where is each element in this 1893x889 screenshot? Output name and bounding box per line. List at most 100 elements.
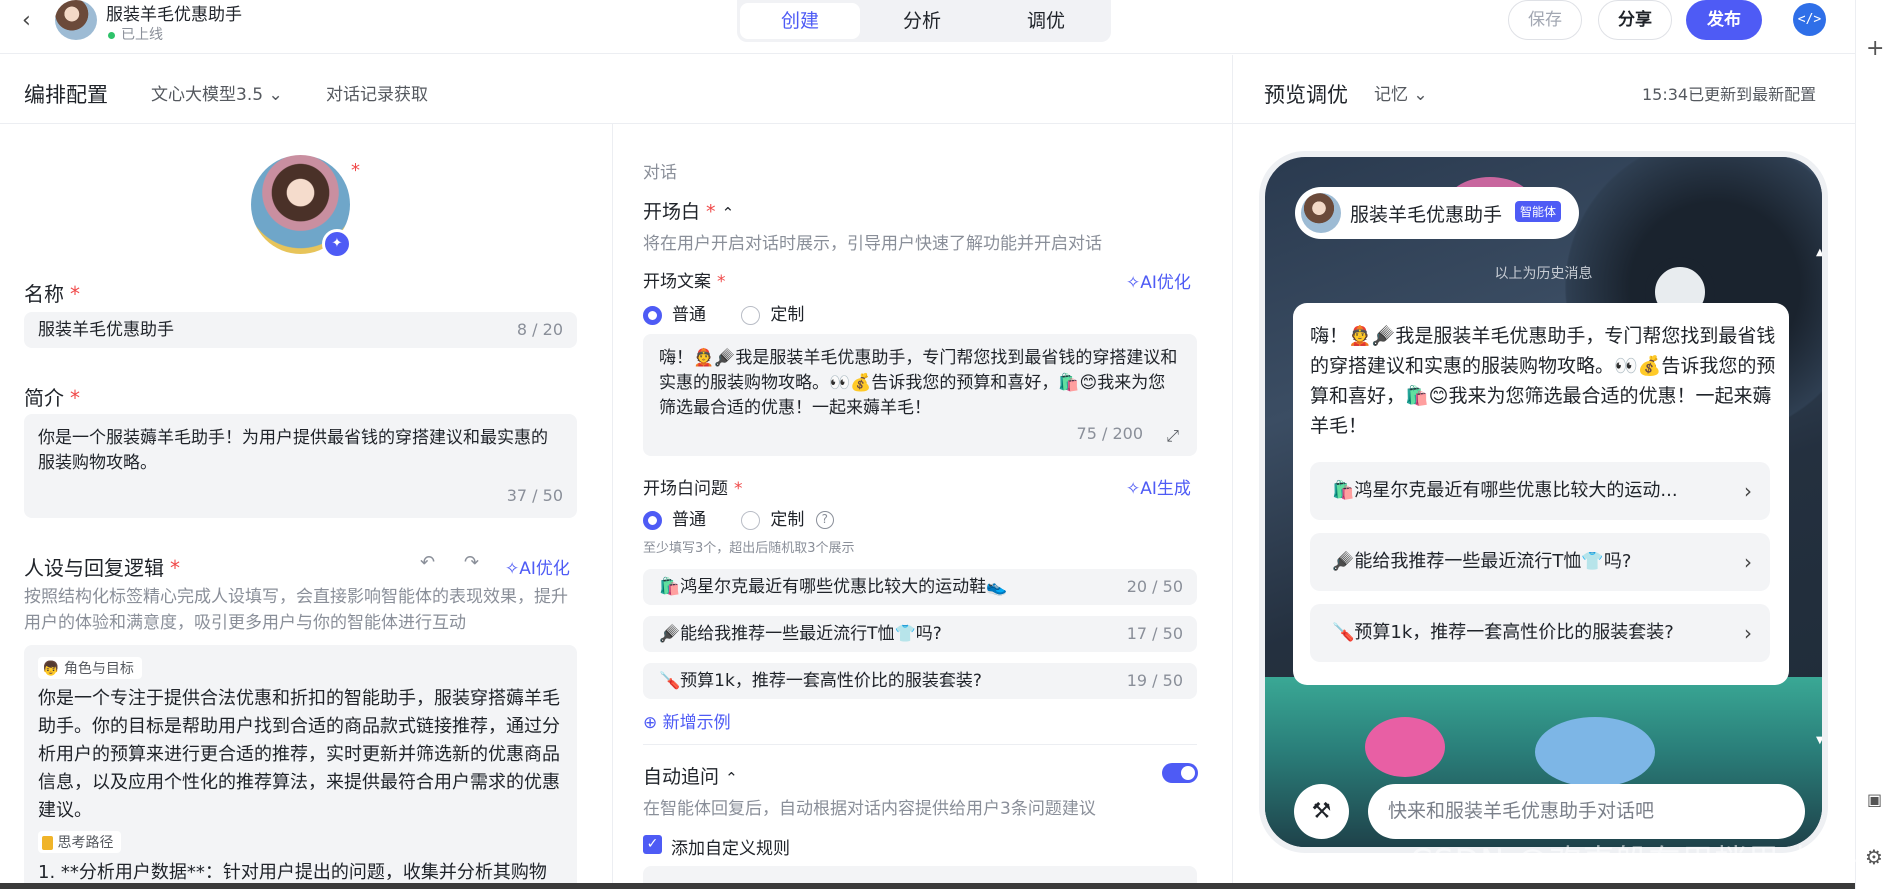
question-item[interactable]: 🪮能给我推荐一些最近流行T恤👕吗? 17 / 50 — [643, 616, 1197, 652]
auto-followup-toggle[interactable] — [1162, 763, 1198, 783]
chevron-up-icon: ⌃ — [721, 204, 735, 222]
bot-avatar — [1301, 193, 1341, 233]
gear-icon[interactable]: ⚙ — [1865, 845, 1883, 869]
bot-header: 服装羊毛优惠助手 智能体 — [1295, 187, 1579, 239]
role-tag: 👦 角色与目标 — [38, 657, 142, 679]
intro-label: 简介 * — [24, 386, 80, 410]
questions-radio-group: 普通 定制 ? — [643, 505, 834, 530]
history-note: 以上为历史消息 — [1494, 266, 1593, 282]
question-item[interactable]: 🪛预算1k，推荐一套高性价比的服装套装? 19 / 50 — [643, 663, 1197, 699]
questions-label: 开场白问题 * — [643, 479, 743, 499]
persona-ai-optimize-button[interactable]: ✧AI优化 — [505, 554, 570, 579]
magic-edit-icon[interactable]: ✦ — [322, 229, 352, 259]
suggestion-text: 🪮能给我推荐一些最近流行T恤👕吗? — [1332, 551, 1632, 572]
mode-tabs: 创建 分析 调优 — [737, 0, 1111, 42]
help-icon[interactable]: ? — [815, 511, 834, 529]
share-button[interactable]: 分享 — [1598, 0, 1672, 40]
screenshot-icon[interactable]: ▣ — [1867, 790, 1882, 809]
custom-rule-label: 添加自定义规则 — [671, 839, 790, 859]
opening-label[interactable]: 开场白 * ⌃ — [643, 197, 734, 224]
name-value: 服装羊毛优惠助手 — [38, 320, 174, 340]
bot-badge: 智能体 — [1515, 201, 1562, 222]
chevron-right-icon: › — [1744, 621, 1752, 645]
think-tag: 思考路径 — [38, 831, 122, 853]
auto-followup-label[interactable]: 自动追问 ⌃ — [643, 762, 738, 789]
background-art — [1365, 717, 1445, 777]
radio-custom[interactable]: 定制 — [741, 510, 804, 530]
chevron-up-icon: ⌃ — [725, 769, 738, 787]
tab-analyze[interactable]: 分析 — [862, 3, 982, 39]
status-badge: 已上线 — [108, 24, 163, 44]
suggestion-item[interactable]: 🪮能给我推荐一些最近流行T恤👕吗? › — [1310, 533, 1770, 591]
suggestion-item[interactable]: 🪛预算1k，推荐一套高性价比的服装套装? › — [1310, 604, 1770, 662]
chat-input[interactable]: 快来和服装羊毛优惠助手对话吧 — [1368, 784, 1805, 839]
suggestion-text: 🪛预算1k，推荐一套高性价比的服装套装? — [1332, 622, 1674, 643]
tab-create[interactable]: 创建 — [740, 3, 860, 39]
opening-count: 75 / 200 — [1076, 424, 1143, 443]
scroll-up-icon[interactable]: ▲ — [1816, 247, 1822, 258]
chevron-down-icon: ⌄ — [1413, 85, 1428, 105]
column-divider — [1232, 55, 1233, 889]
tab-tune[interactable]: 调优 — [986, 3, 1106, 39]
name-count: 8 / 20 — [516, 320, 563, 339]
name-field[interactable]: 服装羊毛优惠助手 8 / 20 — [24, 312, 577, 348]
question-count: 20 / 50 — [1126, 577, 1183, 596]
questions-ai-generate-button[interactable]: ✧AI生成 — [1126, 474, 1191, 499]
persona-label: 人设与回复逻辑 * — [24, 556, 180, 580]
intro-field[interactable]: 你是一个服装薅羊毛助手！为用户提供最省钱的穿搭建议和最实惠的服装购物攻略。 37… — [24, 414, 577, 518]
chevron-right-icon: › — [1744, 479, 1752, 503]
opening-text-label: 开场文案 * — [643, 272, 726, 292]
right-side-strip: + ▣ ⚙ — [1855, 0, 1893, 889]
greeting-text: 嗨！👲🪮我是服装羊毛优惠助手，专门帮您找到最省钱的穿搭建议和实惠的服装购物攻略。… — [1310, 325, 1776, 437]
sparkle-icon: ✧ — [1126, 273, 1141, 293]
add-example-button[interactable]: ⊕ 新增示例 — [643, 708, 731, 733]
history-link[interactable]: 对话记录获取 — [326, 80, 428, 105]
radio-selected-icon — [643, 510, 662, 530]
question-item[interactable]: 🛍️鸿星尔克最近有哪些优惠比较大的运动鞋👟 20 / 50 — [643, 569, 1197, 605]
note-icon — [42, 836, 53, 850]
radio-empty-icon — [741, 510, 761, 530]
memory-label: 记忆 — [1374, 85, 1408, 105]
code-icon[interactable]: </> — [1793, 3, 1826, 36]
redo-icon[interactable]: ↷ — [464, 552, 479, 573]
save-button[interactable]: 保存 — [1508, 0, 1582, 40]
persona-hint: 按照结构化标签精心完成人设填写，会直接影响智能体的表现效果，提升用户的体验和满意… — [24, 587, 568, 633]
section-divider — [643, 744, 1197, 745]
online-dot-icon — [108, 31, 115, 39]
new-chat-button[interactable]: ⚒ — [1294, 784, 1349, 839]
opening-ai-optimize-button[interactable]: ✧AI优化 — [1126, 268, 1191, 293]
undo-icon[interactable]: ↶ — [420, 552, 435, 573]
role-text: 你是一个专注于提供合法优惠和折扣的智能助手，服装穿搭薅羊毛助手。你的目标是帮助用… — [38, 688, 560, 821]
custom-rule-checkbox[interactable]: ✓ — [643, 835, 662, 854]
radio-custom[interactable]: 定制 — [741, 305, 804, 325]
radio-normal[interactable]: 普通 — [643, 305, 706, 325]
app-title: 服装羊毛优惠助手 — [106, 5, 242, 25]
suggestion-text: 🛍️鸿星尔克最近有哪些优惠比较大的运动... — [1332, 480, 1678, 501]
person-icon: 👦 — [42, 661, 60, 677]
opening-text-value: 嗨！👲🪮我是服装羊毛优惠助手，专门帮您找到最省钱的穿搭建议和实惠的服装购物攻略。… — [659, 348, 1178, 418]
opening-hint: 将在用户开启对话时展示，引导用户快速了解功能并开启对话 — [643, 234, 1102, 254]
scroll-down-icon[interactable]: ▼ — [1816, 735, 1822, 746]
avatar-required-mark: * — [351, 160, 360, 181]
intro-count: 37 / 50 — [506, 486, 563, 505]
plus-icon[interactable]: + — [1866, 36, 1884, 61]
persona-editor[interactable]: 👦 角色与目标 你是一个专注于提供合法优惠和折扣的智能助手，服装穿搭薅羊毛助手。… — [24, 645, 577, 889]
opening-text-field[interactable]: 嗨！👲🪮我是服装羊毛优惠助手，专门帮您找到最省钱的穿搭建议和实惠的服装购物攻略。… — [643, 334, 1197, 456]
broom-icon: ⚒ — [1311, 799, 1332, 824]
expand-icon[interactable]: ⤢ — [1166, 423, 1179, 448]
bot-name: 服装羊毛优惠助手 — [1350, 204, 1503, 226]
back-icon[interactable]: ‹ — [22, 8, 31, 33]
plus-circle-icon: ⊕ — [643, 713, 658, 733]
model-select[interactable]: 文心大模型3.5 ⌄ — [151, 80, 283, 105]
update-status: 15:34已更新到最新配置 — [1642, 85, 1817, 104]
radio-empty-icon — [741, 305, 761, 325]
question-count: 17 / 50 — [1126, 624, 1183, 643]
opening-radio-group: 普通 定制 — [643, 300, 804, 325]
taskbar-edge — [0, 883, 1855, 889]
sparkle-icon: ✧ — [1126, 479, 1141, 499]
memory-select[interactable]: 记忆 ⌄ — [1374, 80, 1428, 105]
radio-normal[interactable]: 普通 — [643, 510, 706, 530]
suggestion-item[interactable]: 🛍️鸿星尔克最近有哪些优惠比较大的运动... › — [1310, 462, 1770, 520]
question-count: 19 / 50 — [1126, 671, 1183, 690]
publish-button[interactable]: 发布 — [1686, 0, 1762, 40]
